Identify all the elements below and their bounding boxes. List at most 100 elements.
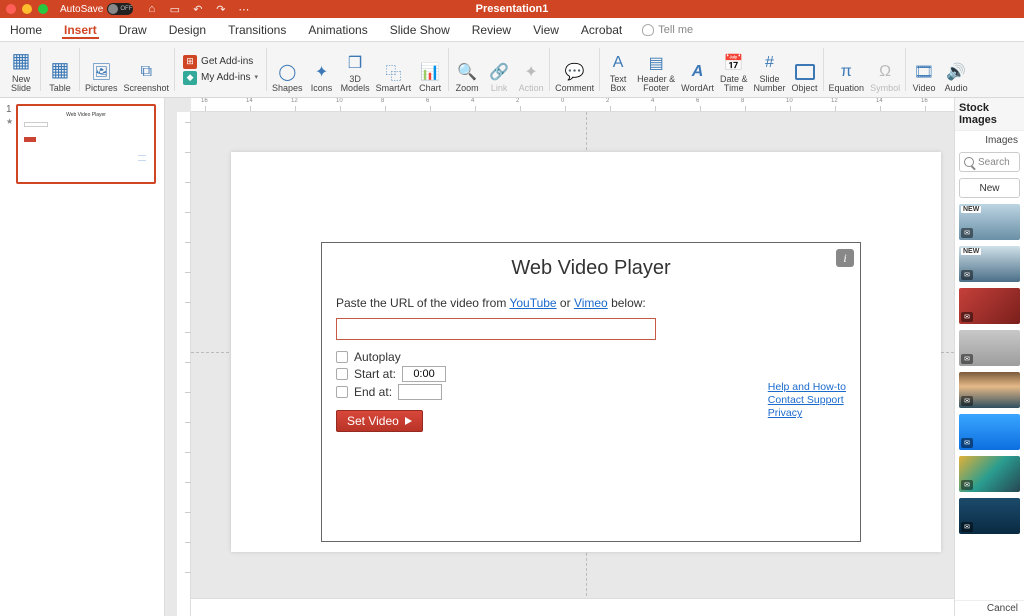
help-howto-link[interactable]: Help and How-to bbox=[768, 381, 846, 394]
zoom-button[interactable]: 🔍Zoom bbox=[451, 44, 483, 95]
pictures-icon: 🖼 bbox=[90, 61, 112, 83]
action-icon: ✦ bbox=[520, 61, 542, 83]
stock-cancel-button[interactable]: Cancel bbox=[955, 600, 1024, 616]
workspace: 1 ★ Web Video Player ———— 16141210864202… bbox=[0, 98, 1024, 616]
3dmodels-button[interactable]: ❒3D Models bbox=[338, 44, 373, 95]
autoplay-label: Autoplay bbox=[354, 350, 401, 364]
image-type-icon: ✉ bbox=[961, 354, 973, 364]
slide-1[interactable]: i Web Video Player Paste the URL of the … bbox=[231, 152, 941, 552]
endat-checkbox[interactable] bbox=[336, 386, 348, 398]
wordart-icon: A bbox=[687, 61, 709, 83]
stock-thumb[interactable]: NEW✉ bbox=[959, 204, 1020, 240]
icons-icon: ✦ bbox=[311, 61, 333, 83]
pictures-button[interactable]: 🖼 Pictures bbox=[82, 44, 121, 95]
autoplay-checkbox[interactable] bbox=[336, 351, 348, 363]
store-icon: ⊞ bbox=[183, 55, 197, 69]
equation-button[interactable]: πEquation bbox=[826, 44, 868, 95]
web-video-player-addin[interactable]: i Web Video Player Paste the URL of the … bbox=[321, 242, 861, 542]
my-addins-button[interactable]: ◆My Add-ins▾ bbox=[183, 71, 258, 85]
tell-me-search[interactable]: Tell me bbox=[642, 24, 693, 36]
menu-home[interactable]: Home bbox=[8, 21, 44, 39]
startat-input[interactable] bbox=[402, 366, 446, 382]
menu-design[interactable]: Design bbox=[167, 21, 208, 39]
object-button[interactable]: Object bbox=[789, 44, 821, 95]
comment-icon: 💬 bbox=[564, 61, 586, 83]
video-url-input[interactable] bbox=[336, 318, 656, 340]
menu-draw[interactable]: Draw bbox=[117, 21, 149, 39]
slide-thumbnails-panel[interactable]: 1 ★ Web Video Player ———— bbox=[0, 98, 165, 616]
chart-button[interactable]: 📊Chart bbox=[414, 44, 446, 95]
get-addins-button[interactable]: ⊞Get Add-ins bbox=[183, 55, 258, 69]
shapes-button[interactable]: ◯Shapes bbox=[269, 44, 306, 95]
screenshot-button[interactable]: ⧉ Screenshot bbox=[121, 44, 173, 95]
menu-animations[interactable]: Animations bbox=[306, 21, 369, 39]
endat-input[interactable] bbox=[398, 384, 442, 400]
image-type-icon: ✉ bbox=[961, 312, 973, 322]
audio-button[interactable]: 🔊Audio bbox=[940, 44, 972, 95]
new-slide-button[interactable]: ▦ New Slide bbox=[4, 44, 38, 95]
link-button: 🔗Link bbox=[483, 44, 515, 95]
audio-icon: 🔊 bbox=[945, 61, 967, 83]
equation-icon: π bbox=[835, 61, 857, 83]
startat-checkbox[interactable] bbox=[336, 368, 348, 380]
stock-search-input[interactable]: Search bbox=[959, 152, 1020, 172]
table-icon: ▦ bbox=[46, 55, 74, 83]
slide-thumb-1[interactable]: 1 ★ Web Video Player ———— bbox=[6, 104, 158, 184]
wordart-button[interactable]: AWordArt bbox=[678, 44, 717, 95]
endat-label: End at: bbox=[354, 385, 392, 399]
menu-transitions[interactable]: Transitions bbox=[226, 21, 288, 39]
action-button: ✦Action bbox=[515, 44, 547, 95]
table-button[interactable]: ▦ Table bbox=[43, 44, 77, 95]
youtube-link[interactable]: YouTube bbox=[509, 296, 556, 310]
stock-new-button[interactable]: New bbox=[959, 178, 1020, 198]
stock-thumb[interactable]: ✉ bbox=[959, 498, 1020, 534]
menu-view[interactable]: View bbox=[531, 21, 561, 39]
privacy-link[interactable]: Privacy bbox=[768, 407, 846, 420]
vimeo-link[interactable]: Vimeo bbox=[574, 296, 608, 310]
video-button[interactable]: 🎞Video bbox=[908, 44, 940, 95]
cube-icon: ❒ bbox=[344, 52, 366, 74]
stock-thumb[interactable]: ✉ bbox=[959, 372, 1020, 408]
image-type-icon: ✉ bbox=[961, 438, 973, 448]
stock-thumb[interactable]: ✉ bbox=[959, 288, 1020, 324]
horizontal-ruler: 1614121086420246810121416 bbox=[191, 98, 954, 112]
image-type-icon: ✉ bbox=[961, 522, 973, 532]
stock-thumb[interactable]: ✉ bbox=[959, 414, 1020, 450]
contact-support-link[interactable]: Contact Support bbox=[768, 394, 846, 407]
stock-thumb[interactable]: ✉ bbox=[959, 330, 1020, 366]
titlebar: AutoSave OFF ⌂ ▭ ↶ ↷ ⋯ Presentation1 bbox=[0, 0, 1024, 18]
slidenumber-button[interactable]: #Slide Number bbox=[751, 44, 789, 95]
headerfooter-icon: ▤ bbox=[645, 52, 667, 74]
menu-review[interactable]: Review bbox=[470, 21, 513, 39]
menu-insert[interactable]: Insert bbox=[62, 21, 99, 39]
stock-thumbnails[interactable]: NEW✉NEW✉✉✉✉✉✉✉ bbox=[955, 204, 1024, 600]
textbox-button[interactable]: AText Box bbox=[602, 44, 634, 95]
stock-tab-images[interactable]: Images bbox=[955, 131, 1024, 152]
notes-pane[interactable]: Click to add notes bbox=[191, 598, 954, 616]
search-icon bbox=[964, 157, 974, 167]
comment-button[interactable]: 💬Comment bbox=[552, 44, 597, 95]
link-icon: 🔗 bbox=[488, 61, 510, 83]
zoom-icon: 🔍 bbox=[456, 61, 478, 83]
set-video-button[interactable]: Set Video bbox=[336, 410, 423, 432]
image-type-icon: ✉ bbox=[961, 270, 973, 280]
stock-thumb[interactable]: NEW✉ bbox=[959, 246, 1020, 282]
slide-canvas[interactable]: i Web Video Player Paste the URL of the … bbox=[191, 112, 954, 616]
menu-acrobat[interactable]: Acrobat bbox=[579, 21, 624, 39]
screenshot-icon: ⧉ bbox=[135, 61, 157, 83]
slide-thumb-meta: 1 ★ bbox=[6, 104, 14, 184]
startat-row: Start at: bbox=[336, 366, 846, 382]
stock-thumb[interactable]: ✉ bbox=[959, 456, 1020, 492]
help-links: Help and How-to Contact Support Privacy bbox=[768, 381, 846, 420]
info-button[interactable]: i bbox=[836, 249, 854, 267]
slide-thumb-preview[interactable]: Web Video Player ———— bbox=[16, 104, 156, 184]
textbox-icon: A bbox=[607, 52, 629, 74]
headerfooter-button[interactable]: ▤Header & Footer bbox=[634, 44, 678, 95]
smartart-button[interactable]: ⿻SmartArt bbox=[373, 44, 415, 95]
symbol-button: ΩSymbol bbox=[867, 44, 903, 95]
slide-editing-area: 1614121086420246810121416 i Web Video Pl… bbox=[165, 98, 954, 616]
menu-slideshow[interactable]: Slide Show bbox=[388, 21, 452, 39]
icons-button[interactable]: ✦Icons bbox=[306, 44, 338, 95]
stock-images-pane: Stock Images Images Search New NEW✉NEW✉✉… bbox=[954, 98, 1024, 616]
datetime-button[interactable]: 📅Date & Time bbox=[717, 44, 751, 95]
